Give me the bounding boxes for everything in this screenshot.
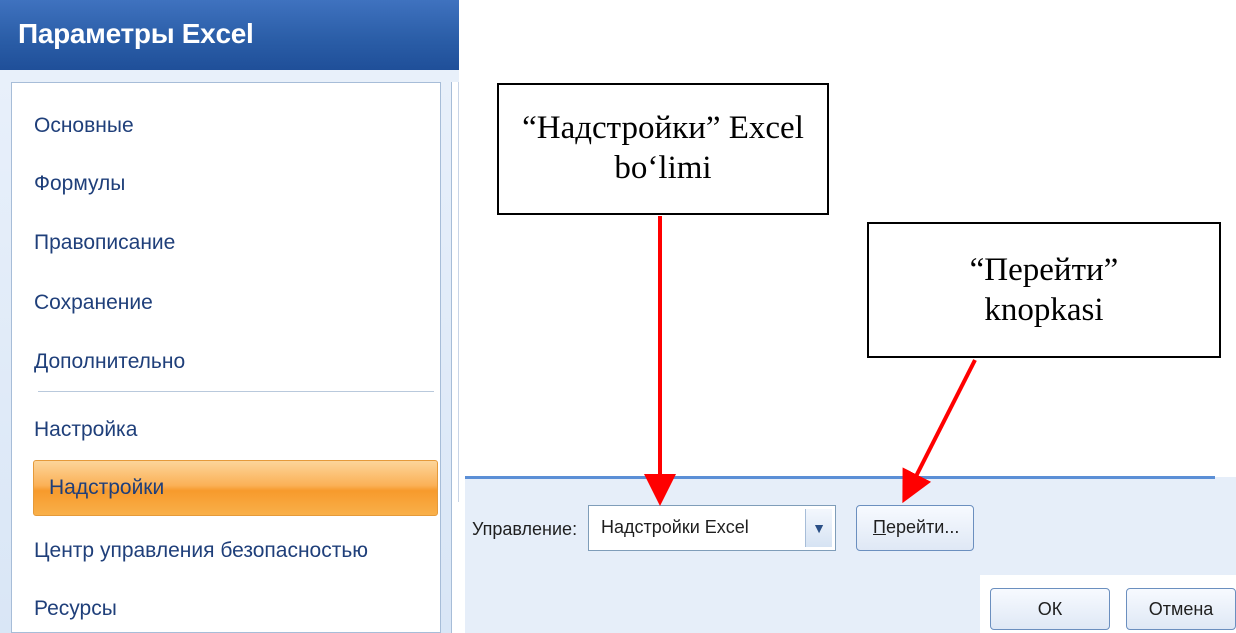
annotation-arrows xyxy=(644,216,977,506)
arrow-to-go-button xyxy=(902,359,977,504)
